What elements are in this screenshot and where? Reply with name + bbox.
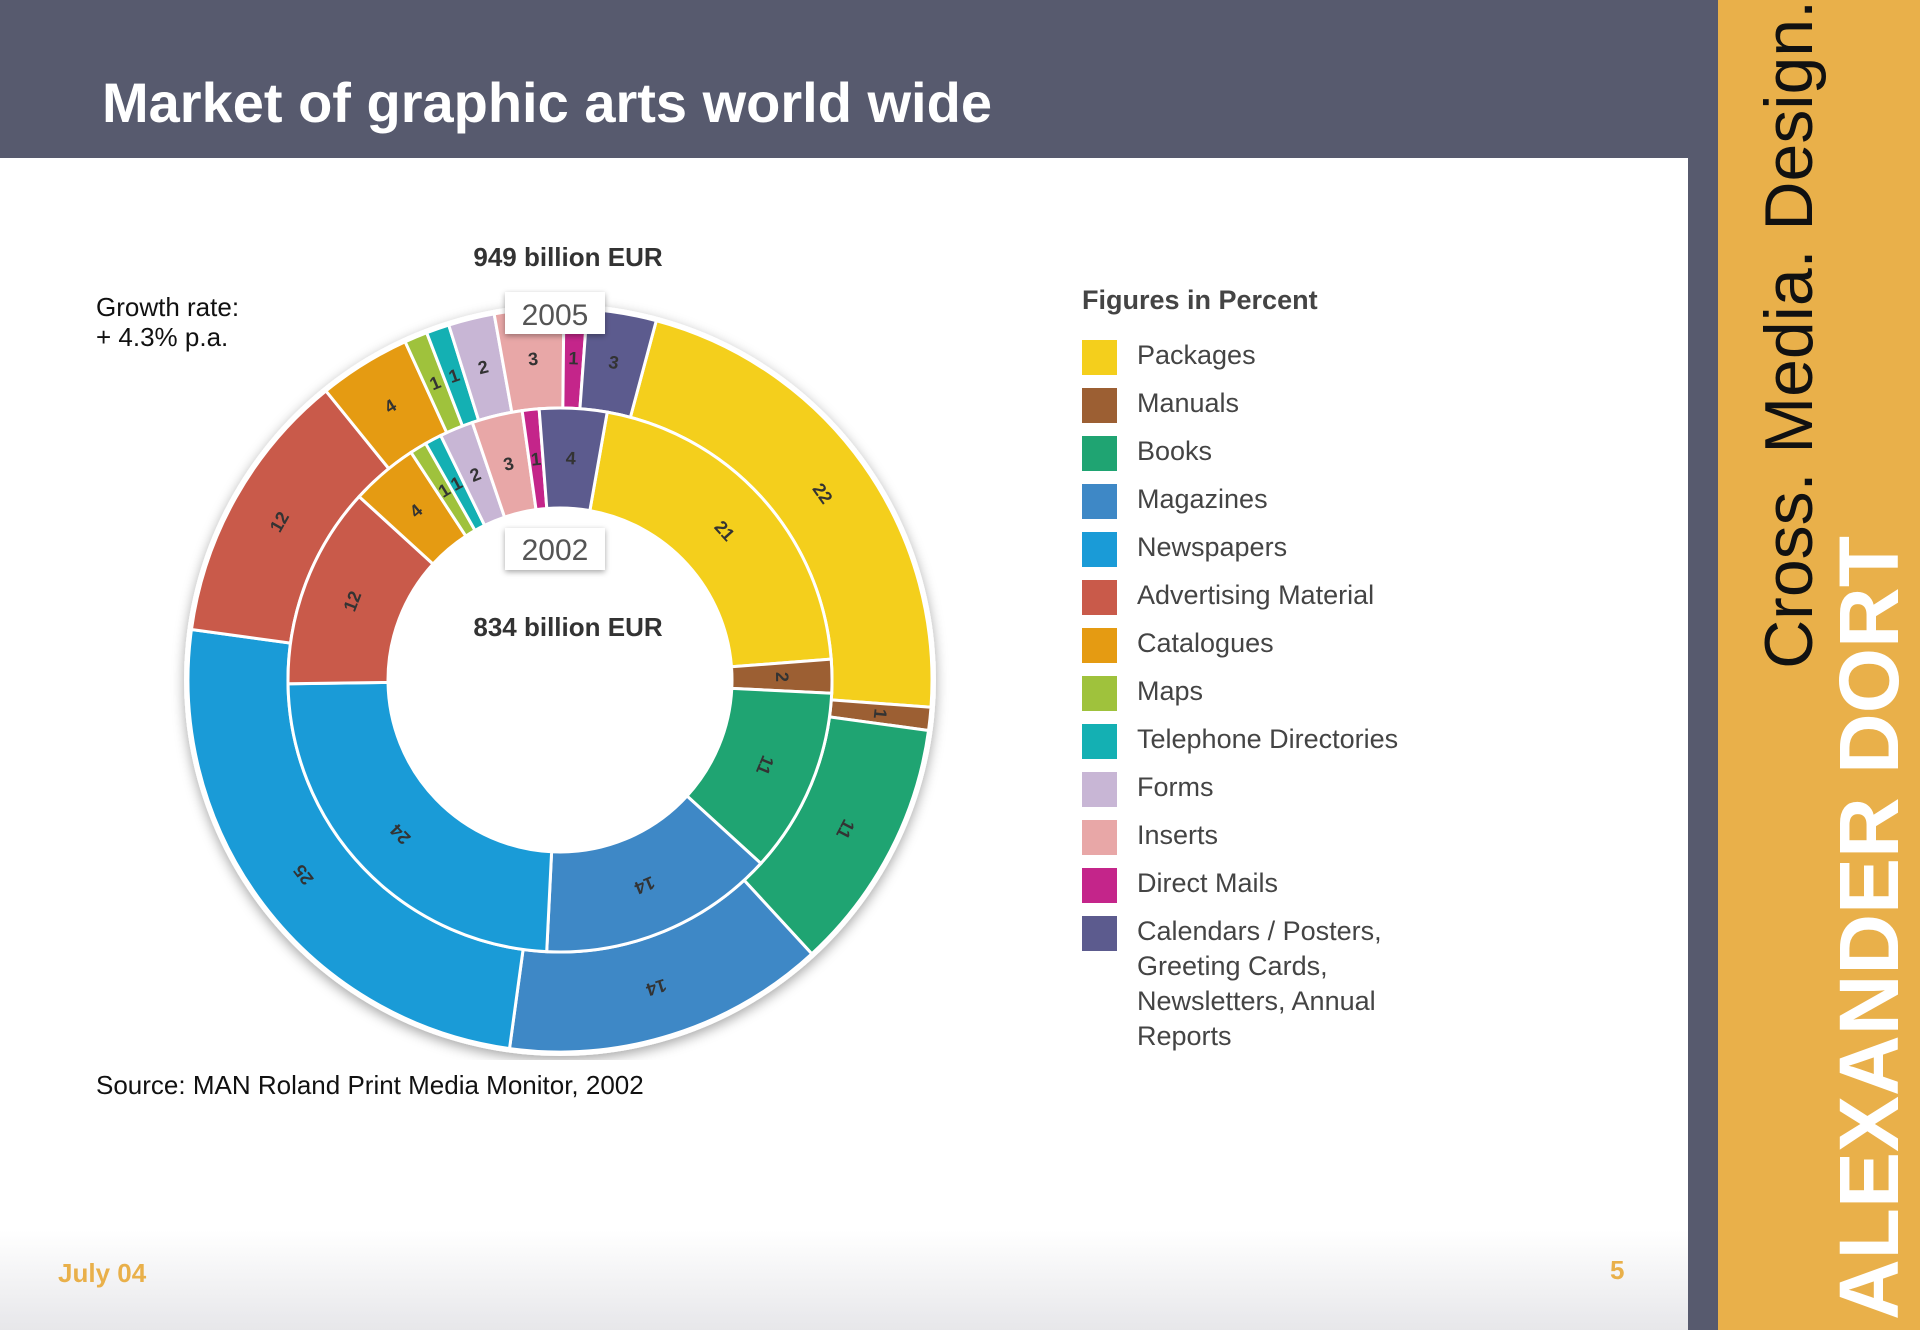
legend-label: Catalogues: [1137, 628, 1274, 658]
slice-value-label: 4: [565, 448, 576, 468]
footer-bar: [0, 1230, 1688, 1330]
legend-label: Telephone Directories: [1137, 724, 1399, 754]
legend-swatch: [1082, 532, 1117, 567]
legend-label: Direct Mails: [1137, 868, 1279, 898]
legend-label: Books: [1137, 436, 1213, 466]
side-divider-strip: [1688, 0, 1718, 1330]
legend-item-direct-mails: Direct Mails: [1082, 866, 1457, 903]
legend-item-books: Books: [1082, 434, 1457, 471]
legend-label: Newspapers: [1137, 532, 1288, 562]
source-note: Source: MAN Roland Print Media Monitor, …: [96, 1070, 644, 1100]
slice-value-label: 1: [870, 708, 891, 720]
brand-tagline: Cross. Media. Design.: [1751, 0, 1827, 669]
year-2002-label: 2002: [522, 534, 589, 567]
legend-swatch: [1082, 868, 1117, 903]
legend-label: Calendars / Posters, Greeting Cards, New…: [1137, 916, 1382, 1051]
legend-swatch: [1082, 580, 1117, 615]
slice-value-label: 1: [530, 449, 542, 470]
legend-label: Magazines: [1137, 484, 1268, 514]
legend-label: Maps: [1137, 676, 1204, 706]
legend-item-inserts: Inserts: [1082, 818, 1457, 855]
legend-swatch: [1082, 340, 1117, 375]
chart-legend: Figures in Percent Packages Manuals Books M…: [1082, 285, 1457, 1065]
legend-swatch: [1082, 628, 1117, 663]
legend-item-calendars-posters-greeting-cards-newsletters-annual-reports: Calendars / Posters, Greeting Cards, New…: [1082, 914, 1457, 1054]
legend-swatch: [1082, 436, 1117, 471]
legend-swatch: [1082, 916, 1117, 951]
brand-block: Cross. Media. Design. ALEXANDER DORT: [1719, 0, 1919, 1320]
year-2005-label: 2005: [522, 299, 589, 332]
legend-item-maps: Maps: [1082, 674, 1457, 711]
slice-value-label: 1: [568, 348, 579, 368]
legend-item-magazines: Magazines: [1082, 482, 1457, 519]
legend-label: Forms: [1137, 772, 1214, 802]
brand-name: ALEXANDER DORT: [1822, 535, 1916, 1320]
legend-item-packages: Packages: [1082, 338, 1457, 375]
legend-swatch: [1082, 820, 1117, 855]
legend-item-advertising-material: Advertising Material: [1082, 578, 1457, 615]
slice-value-label: 2: [772, 672, 792, 682]
legend-label: Manuals: [1137, 388, 1240, 418]
legend-item-manuals: Manuals: [1082, 386, 1457, 423]
legend-item-newspapers: Newspapers: [1082, 530, 1457, 567]
legend-swatch: [1082, 772, 1117, 807]
total-2002-label: 834 billion EUR: [473, 612, 662, 642]
footer-date: July 04: [58, 1258, 147, 1288]
legend-item-catalogues: Catalogues: [1082, 626, 1457, 663]
legend-items: Packages Manuals Books Magazines Newspapers A…: [1082, 338, 1457, 1054]
page-number: 5: [1610, 1255, 1625, 1285]
slice-value-label: 3: [527, 349, 539, 370]
total-2005-label: 949 billion EUR: [473, 242, 662, 272]
legend-label: Packages: [1137, 340, 1256, 370]
legend-item-forms: Forms: [1082, 770, 1457, 807]
legend-item-telephone-directories: Telephone Directories: [1082, 722, 1457, 759]
legend-label: Advertising Material: [1137, 580, 1375, 610]
legend-label: Inserts: [1137, 820, 1219, 850]
legend-swatch: [1082, 724, 1117, 759]
legend-swatch: [1082, 676, 1117, 711]
nested-donut-chart: 2211114251241 1 2 3 1 321211142412411 2 3 1 4 949…: [184, 242, 936, 1056]
legend-title: Figures in Percent: [1082, 285, 1318, 315]
legend-swatch: [1082, 484, 1117, 519]
legend-swatch: [1082, 388, 1117, 423]
